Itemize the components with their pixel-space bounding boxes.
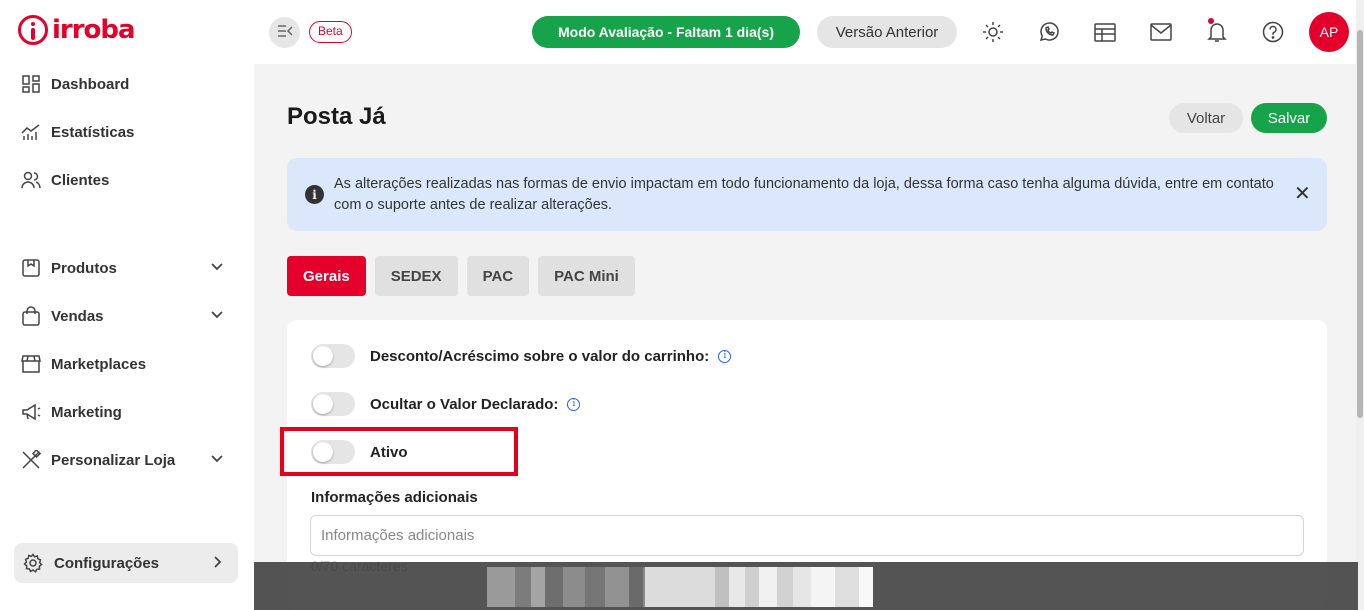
notification-dot — [1208, 18, 1214, 24]
sidebar-item-label: Marketing — [51, 403, 122, 421]
additional-info-input[interactable] — [310, 515, 1304, 556]
additional-info-label: Informações adicionais — [311, 489, 478, 506]
brand-logo[interactable]: irroba — [18, 15, 136, 45]
sidebar-item-label: Vendas — [51, 307, 104, 325]
calendar-icon[interactable] — [1093, 20, 1117, 44]
toggle-label: Ocultar o Valor Declarado: — [370, 395, 559, 413]
help-icon[interactable] — [1261, 20, 1285, 44]
sidebar-item-configuracoes[interactable]: Configurações — [14, 543, 238, 583]
sidebar-item-marketplaces[interactable]: Marketplaces — [20, 348, 234, 380]
brush-icon — [20, 449, 42, 471]
info-alert: i As alterações realizadas nas formas de… — [287, 158, 1327, 231]
sidebar-item-label: Produtos — [51, 259, 117, 277]
page-scrollbar[interactable] — [1356, 0, 1364, 610]
page-title: Posta Já — [287, 103, 386, 130]
gear-icon — [22, 552, 44, 574]
dashboard-icon — [20, 73, 42, 95]
mail-icon[interactable] — [1149, 20, 1173, 44]
sidebar-item-marketing[interactable]: Marketing — [20, 396, 234, 428]
sidebar-item-label: Estatísticas — [51, 123, 135, 141]
highlight-box — [280, 427, 518, 476]
sidebar-item-personalizar-loja[interactable]: Personalizar Loja — [20, 444, 234, 476]
brand-name: irroba — [52, 15, 136, 45]
info-icon[interactable]: i — [718, 349, 732, 363]
beta-badge: Beta — [309, 21, 352, 43]
menu-toggle-button[interactable] — [269, 17, 300, 48]
tab-pac[interactable]: PAC — [466, 256, 530, 296]
hide-declared-value-toggle[interactable] — [311, 392, 355, 416]
toggle-row-ocultar: Ocultar o Valor Declarado: i — [311, 391, 581, 417]
evaluation-mode-button[interactable]: Modo Avaliação - Faltam 1 dia(s) — [532, 16, 800, 48]
info-icon[interactable]: i — [567, 397, 581, 411]
chevron-down-icon — [210, 260, 224, 278]
discount-toggle[interactable] — [311, 344, 355, 368]
sidebar-item-clientes[interactable]: Clientes — [20, 164, 234, 196]
chevron-down-icon — [210, 452, 224, 470]
shipping-tabs: Gerais SEDEX PAC PAC Mini — [287, 256, 635, 296]
chart-icon — [20, 121, 42, 143]
tab-gerais[interactable]: Gerais — [287, 256, 366, 296]
tab-sedex[interactable]: SEDEX — [374, 256, 458, 296]
sidebar-item-vendas[interactable]: Vendas — [20, 300, 234, 332]
chevron-down-icon — [210, 308, 224, 326]
redacted-block — [487, 567, 657, 607]
toggle-row-desconto: Desconto/Acréscimo sobre o valor do carr… — [311, 343, 732, 369]
box-icon — [20, 257, 42, 279]
sun-icon[interactable] — [981, 20, 1005, 44]
chevron-right-icon — [210, 555, 224, 573]
redacted-block — [645, 567, 873, 607]
topbar: Beta Modo Avaliação - Faltam 1 dia(s) Ve… — [254, 0, 1364, 64]
sidebar-item-estatisticas[interactable]: Estatísticas — [20, 116, 234, 148]
close-icon[interactable]: ✕ — [1294, 184, 1311, 204]
user-avatar[interactable]: AP — [1309, 12, 1349, 52]
users-icon — [20, 169, 42, 191]
sidebar-item-produtos[interactable]: Produtos — [20, 252, 234, 284]
whatsapp-icon[interactable] — [1037, 20, 1061, 44]
sidebar-item-label: Personalizar Loja — [51, 451, 176, 469]
sidebar: irroba Dashboard Estatísticas Clientes P… — [0, 0, 254, 610]
alert-message: As alterações realizadas nas formas de e… — [334, 176, 1274, 213]
logo-icon — [18, 15, 48, 45]
toggle-label: Desconto/Acréscimo sobre o valor do carr… — [370, 347, 710, 365]
sidebar-item-label: Configurações — [54, 554, 160, 572]
back-button[interactable]: Voltar — [1169, 103, 1243, 133]
menu-collapse-icon — [277, 24, 293, 42]
previous-version-button[interactable]: Versão Anterior — [817, 16, 957, 48]
tab-pac-mini[interactable]: PAC Mini — [538, 256, 635, 296]
scrollbar-thumb[interactable] — [1357, 30, 1363, 418]
sidebar-item-label: Clientes — [51, 171, 110, 189]
info-icon: i — [305, 185, 324, 204]
bag-icon — [20, 305, 42, 327]
sidebar-item-dashboard[interactable]: Dashboard — [20, 68, 234, 100]
save-button[interactable]: Salvar — [1251, 103, 1327, 133]
sidebar-item-label: Dashboard — [51, 75, 130, 93]
store-icon — [20, 353, 42, 375]
sidebar-item-label: Marketplaces — [51, 355, 147, 373]
megaphone-icon — [20, 401, 42, 423]
